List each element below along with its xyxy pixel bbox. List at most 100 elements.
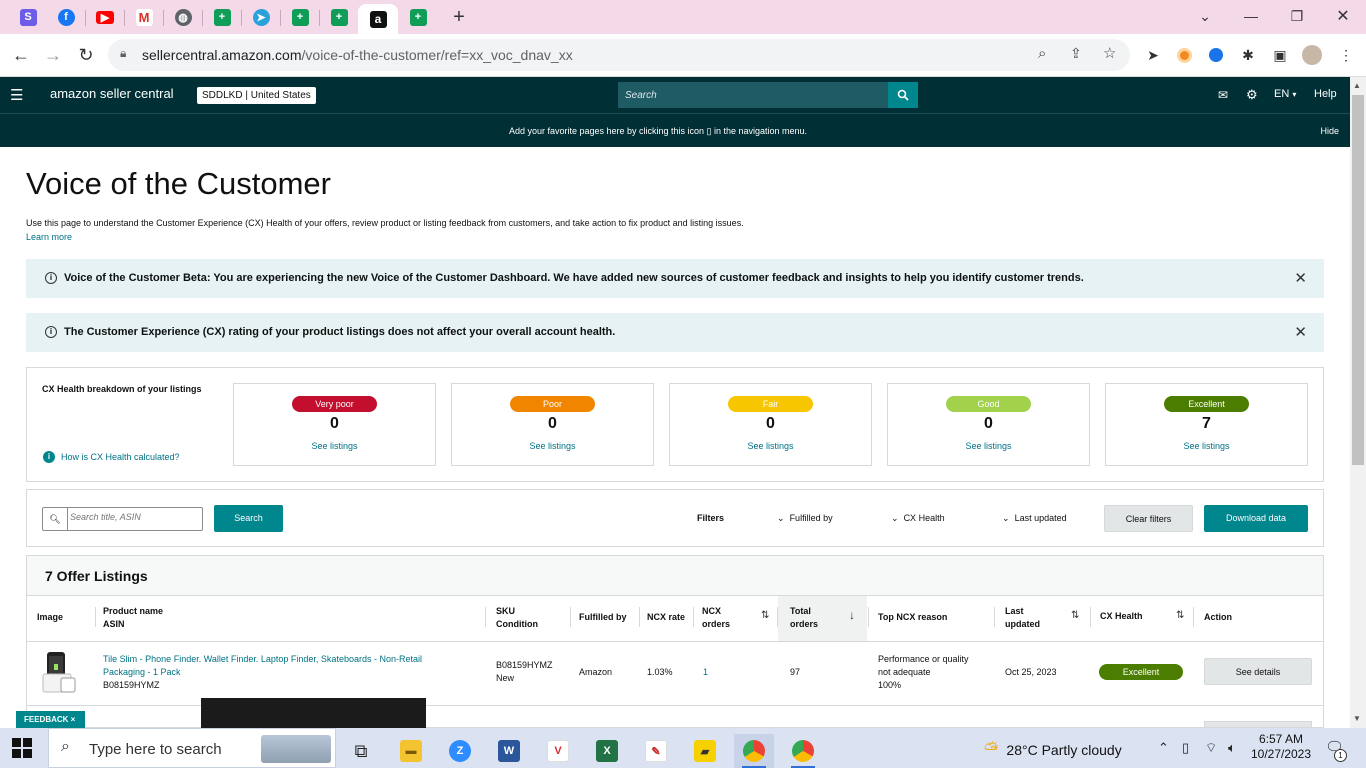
viber-app-icon[interactable]: V <box>538 734 578 768</box>
windows-start-icon[interactable] <box>12 738 32 758</box>
tab-telegram[interactable]: ➤ <box>248 4 274 30</box>
ncx-orders-link[interactable]: 1 <box>703 666 708 679</box>
restore-icon[interactable]: ❐ <box>1277 4 1317 28</box>
seller-central-logo[interactable]: amazon seller central <box>50 86 174 101</box>
sticky-notes-icon[interactable]: ▰ <box>685 734 725 768</box>
col-ncx-orders[interactable]: NCX orders <box>702 605 730 631</box>
account-switcher[interactable]: SDDLKD | United States <box>197 87 316 104</box>
language-selector[interactable]: EN ▾ <box>1274 88 1296 100</box>
task-view-icon[interactable]: ⧉ <box>341 734 381 768</box>
chrome-profile-icon[interactable] <box>783 734 823 768</box>
omnibox[interactable]: 🔒︎ sellercentral.amazon.com/voice-of-the… <box>108 39 1130 71</box>
side-panel-icon[interactable]: ▣ <box>1270 45 1290 65</box>
extension-blue-icon[interactable] <box>1206 45 1226 65</box>
close-icon[interactable]: ✕ <box>1323 4 1363 28</box>
see-listings-link[interactable]: See listings <box>670 441 871 451</box>
listing-search-field[interactable]: 🔍︎ <box>42 507 203 531</box>
feedback-button[interactable]: FEEDBACK × <box>16 711 85 728</box>
wifi-off-icon[interactable]: ⌔ <box>1205 740 1217 756</box>
see-details-button[interactable]: See details <box>1204 658 1312 685</box>
tab-youtube[interactable]: ▶ <box>92 4 118 30</box>
volume-icon[interactable]: 🔈︎ <box>1228 740 1236 756</box>
see-listings-link[interactable]: See listings <box>452 441 653 451</box>
mail-icon[interactable]: ✉ <box>1218 88 1228 102</box>
reload-icon[interactable]: ↻ <box>73 42 99 68</box>
chrome-icon[interactable] <box>734 734 774 768</box>
tab-amazon-active[interactable]: a <box>358 4 398 34</box>
col-last-updated[interactable]: Last updated <box>1005 605 1040 631</box>
help-link[interactable]: Help <box>1314 88 1337 100</box>
sort-icon[interactable]: ⇅ <box>1071 610 1079 621</box>
col-fulfilled-by[interactable]: Fulfilled by <box>579 611 627 624</box>
bookmark-star-icon[interactable]: ☆ <box>1103 44 1116 62</box>
tab-gmail[interactable]: M <box>131 4 157 30</box>
tab-search-icon[interactable]: ⌄ <box>1185 4 1225 28</box>
tab-sheets[interactable]: + <box>287 4 313 30</box>
tab-sheets[interactable]: + <box>326 4 352 30</box>
hamburger-menu-icon[interactable]: ☰ <box>10 86 23 104</box>
back-icon[interactable]: ← <box>8 42 34 68</box>
sort-icon[interactable]: ⇅ <box>1176 610 1184 621</box>
col-sku-condition[interactable]: SKU Condition <box>496 605 538 631</box>
chevron-up-icon[interactable]: ⌃ <box>1158 740 1169 756</box>
extension-arrow-icon[interactable]: ➤ <box>1143 45 1163 65</box>
cx-card-good: Good 0 See listings <box>887 383 1090 466</box>
how-cx-calculated-link[interactable]: i How is CX Health calculated? <box>43 451 180 463</box>
close-banner-icon[interactable]: ✕ <box>1294 269 1307 287</box>
cx-health-filter[interactable]: ⌄ CX Health <box>891 513 945 524</box>
forward-icon[interactable]: → <box>40 42 66 68</box>
download-data-button[interactable]: Download data <box>1204 505 1308 532</box>
taskbar-clock[interactable]: 6:57 AM 10/27/2023 <box>1248 732 1314 762</box>
extension-orange-icon[interactable] <box>1174 45 1194 65</box>
taskbar-search[interactable]: ⌕ Type here to search <box>48 728 336 768</box>
hide-favorites-button[interactable]: Hide <box>1320 126 1339 136</box>
file-explorer-icon[interactable]: ▬ <box>391 734 431 768</box>
product-name-link[interactable]: Tile Slim - Phone Finder. Wallet Finder.… <box>103 653 422 679</box>
product-image[interactable] <box>41 650 79 696</box>
search-button[interactable]: Search <box>214 505 283 532</box>
scroll-down-icon[interactable]: ▼ <box>1353 714 1361 723</box>
see-listings-link[interactable]: See listings <box>234 441 435 451</box>
paint-icon[interactable]: ✎ <box>636 734 676 768</box>
col-cx-health[interactable]: CX Health <box>1100 610 1143 623</box>
see-listings-link[interactable]: See listings <box>888 441 1089 451</box>
col-total-orders[interactable]: Total orders <box>790 605 818 631</box>
share-icon[interactable]: ⇪ <box>1070 45 1082 62</box>
zoom-app-icon[interactable]: Z <box>440 734 480 768</box>
excel-icon[interactable]: X <box>587 734 627 768</box>
zoom-icon[interactable]: ⌕ <box>1038 45 1046 62</box>
sort-icon[interactable]: ⇅ <box>761 610 769 621</box>
sort-descending-icon[interactable]: ↓ <box>849 608 855 622</box>
close-banner-icon[interactable]: ✕ <box>1294 323 1307 341</box>
col-ncx-rate[interactable]: NCX rate <box>647 611 685 624</box>
clear-filters-button[interactable]: Clear filters <box>1104 505 1193 532</box>
minimize-icon[interactable]: — <box>1231 4 1271 28</box>
tab-globe[interactable]: ◍ <box>170 4 196 30</box>
learn-more-link[interactable]: Learn more <box>26 232 72 242</box>
header-search-input[interactable]: Search <box>618 82 888 108</box>
tab-s[interactable]: S <box>15 4 41 30</box>
tab-facebook[interactable]: f <box>53 4 79 30</box>
col-top-ncx-reason[interactable]: Top NCX reason <box>878 611 947 624</box>
scroll-up-icon[interactable]: ▲ <box>1353 81 1361 90</box>
profile-avatar[interactable] <box>1302 45 1322 65</box>
listing-search-input[interactable] <box>70 512 200 522</box>
col-product-asin[interactable]: Product name ASIN <box>103 605 163 631</box>
device-icon[interactable]: ▯ <box>1182 740 1189 756</box>
see-details-button-partial[interactable] <box>1204 721 1312 727</box>
see-listings-link[interactable]: See listings <box>1106 441 1307 451</box>
url-text[interactable]: sellercentral.amazon.com/voice-of-the-cu… <box>142 47 573 63</box>
page-scrollbar[interactable]: ▲ ▼ <box>1350 77 1366 728</box>
fulfilled-by-filter[interactable]: ⌄ Fulfilled by <box>777 513 833 524</box>
scroll-thumb[interactable] <box>1352 95 1364 465</box>
header-search-button[interactable] <box>888 82 918 108</box>
tab-sheets[interactable]: + <box>209 4 235 30</box>
browser-menu-icon[interactable]: ⋮ <box>1336 45 1356 65</box>
last-updated-filter[interactable]: ⌄ Last updated <box>1002 513 1067 524</box>
settings-gear-icon[interactable]: ⚙ <box>1246 87 1258 103</box>
new-tab-button[interactable]: + <box>446 4 472 30</box>
tab-sheets[interactable]: + <box>405 4 431 30</box>
weather-widget[interactable]: ⛅︎ 28°C Partly cloudy <box>984 739 1122 760</box>
word-icon[interactable]: W <box>489 734 529 768</box>
extensions-puzzle-icon[interactable]: ✱ <box>1238 45 1258 65</box>
